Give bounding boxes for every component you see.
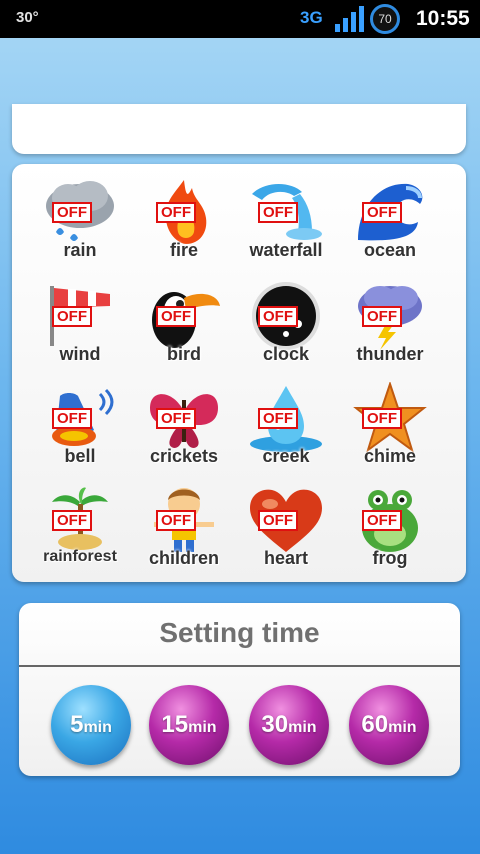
time-unit: min xyxy=(388,719,417,736)
sound-tile-creek[interactable]: OFF creek xyxy=(236,376,336,476)
sound-label: creek xyxy=(262,446,310,466)
off-badge: OFF xyxy=(258,510,298,531)
network-type-indicator: 3G xyxy=(300,8,323,27)
off-badge: OFF xyxy=(52,408,92,429)
sound-label: chime xyxy=(363,446,417,466)
sound-label: rain xyxy=(63,240,97,260)
sound-grid-panel: OFF rain OFF fire OFF waterfall OFF ocea… xyxy=(12,164,466,582)
sound-label: children xyxy=(148,548,219,568)
sound-tile-fire[interactable]: OFF fire xyxy=(134,170,234,270)
time-60min-button[interactable]: 60 min xyxy=(349,685,429,765)
off-badge: OFF xyxy=(52,306,92,327)
off-badge: OFF xyxy=(156,202,196,223)
sound-label: bell xyxy=(64,446,96,466)
sound-tile-bell[interactable]: OFF bell xyxy=(30,376,130,476)
setting-time-title: Setting time xyxy=(159,617,320,648)
time-5min-button[interactable]: 5 min xyxy=(51,685,131,765)
sound-tile-children[interactable]: OFF children xyxy=(134,478,234,578)
sound-tile-ocean[interactable]: OFF ocean xyxy=(340,170,440,270)
off-badge: OFF xyxy=(362,510,402,531)
off-badge: OFF xyxy=(52,202,92,223)
sound-tile-thunder[interactable]: OFF thunder xyxy=(340,274,440,374)
signal-strength-icon xyxy=(335,6,364,32)
time-unit: min xyxy=(83,719,112,736)
off-badge: OFF xyxy=(156,408,196,429)
sound-label: frog xyxy=(372,548,408,568)
sound-tile-rain[interactable]: OFF rain xyxy=(30,170,130,270)
sound-label: thunder xyxy=(356,344,424,364)
off-badge: OFF xyxy=(156,306,196,327)
time-value: 5 xyxy=(70,711,84,738)
sound-tile-bird[interactable]: OFF bird xyxy=(134,274,234,374)
clock-time: 10:55 xyxy=(416,7,470,30)
setting-time-panel: Setting time 5 min 15 min 30 min 60 min xyxy=(19,603,460,776)
off-badge: OFF xyxy=(52,510,92,531)
time-value: 30 xyxy=(261,711,289,738)
sound-label: bird xyxy=(167,344,201,364)
sound-label: waterfall xyxy=(249,240,323,260)
time-value: 60 xyxy=(361,711,389,738)
sound-tile-waterfall[interactable]: OFF waterfall xyxy=(236,170,336,270)
temperature-indicator: 30° xyxy=(16,9,39,26)
sound-label: wind xyxy=(59,344,101,364)
off-badge: OFF xyxy=(258,306,298,327)
time-unit: min xyxy=(288,719,317,736)
off-badge: OFF xyxy=(258,408,298,429)
divider xyxy=(19,665,460,667)
sound-label: fire xyxy=(169,240,198,260)
sound-tile-clock[interactable]: OFF clock xyxy=(236,274,336,374)
off-badge: OFF xyxy=(258,202,298,223)
header-panel xyxy=(12,104,466,154)
off-badge: OFF xyxy=(156,510,196,531)
off-badge: OFF xyxy=(362,408,402,429)
sound-tile-wind[interactable]: OFF wind xyxy=(30,274,130,374)
time-15min-button[interactable]: 15 min xyxy=(149,685,229,765)
time-value: 15 xyxy=(161,711,189,738)
sound-tile-chime[interactable]: OFF chime xyxy=(340,376,440,476)
sound-tile-crickets[interactable]: OFF crickets xyxy=(134,376,234,476)
sound-label: heart xyxy=(263,548,308,568)
sound-tile-heart[interactable]: OFF heart xyxy=(236,478,336,578)
sound-tile-frog[interactable]: OFF frog xyxy=(340,478,440,578)
sound-label: rainforest xyxy=(43,548,117,565)
time-30min-button[interactable]: 30 min xyxy=(249,685,329,765)
sound-label: crickets xyxy=(149,446,219,466)
time-unit: min xyxy=(188,719,217,736)
off-badge: OFF xyxy=(362,306,402,327)
sound-label: clock xyxy=(262,344,310,364)
sound-label: ocean xyxy=(363,240,417,260)
off-badge: OFF xyxy=(362,202,402,223)
sound-tile-rainforest[interactable]: OFF rainforest xyxy=(30,478,130,578)
battery-icon: 70 xyxy=(370,4,400,34)
status-bar: 30° 3G 70 10:55 xyxy=(0,0,480,38)
